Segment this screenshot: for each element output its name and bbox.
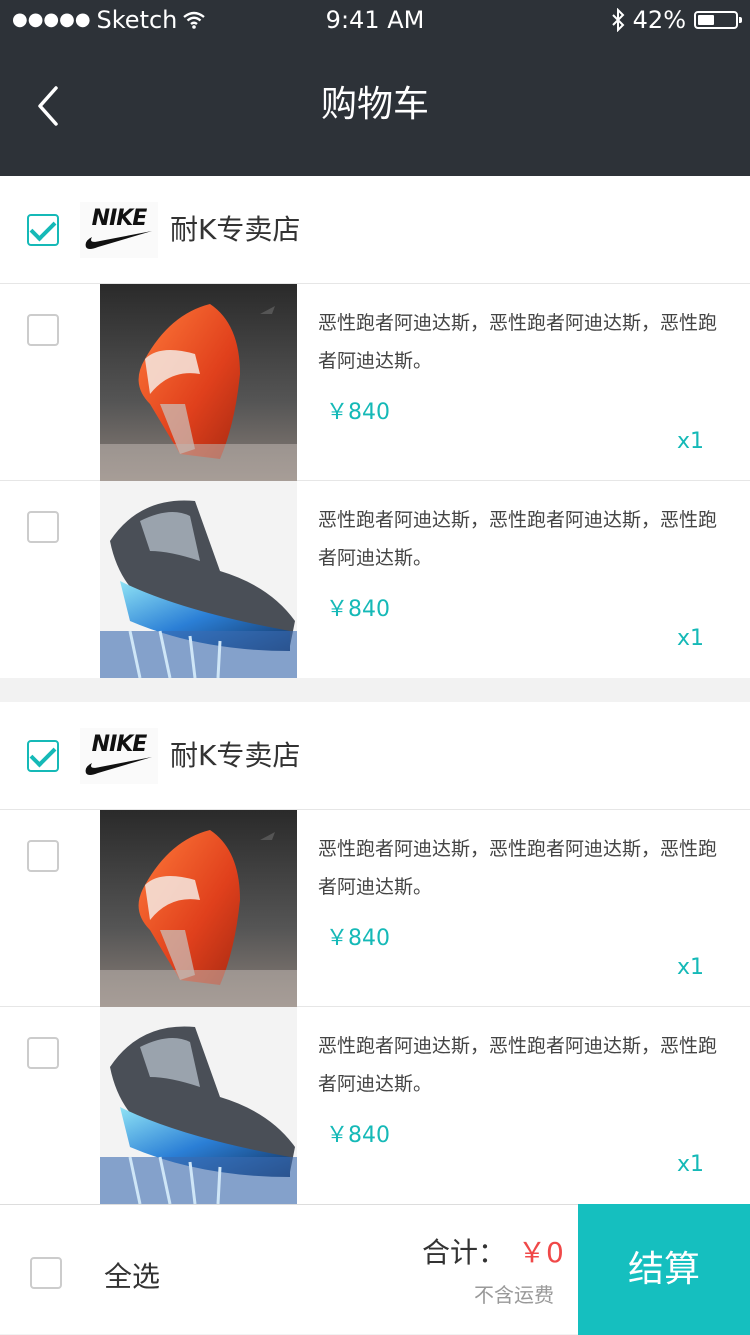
item-price: ￥840 [326, 1123, 390, 1148]
shop-group: NIKE 耐K专卖店 恶性跑者阿迪达斯，恶性跑者阿迪达斯，恶性跑者阿迪达斯。 ￥… [0, 176, 750, 678]
shop-checkbox[interactable] [27, 740, 59, 772]
page-title: 购物车 [320, 84, 429, 125]
shop-header: NIKE 耐K专卖店 [0, 176, 750, 284]
swoosh-icon [85, 231, 152, 249]
item-checkbox[interactable] [27, 1037, 59, 1069]
total-label: 合计： [422, 1236, 507, 1269]
shop-name: 耐K专卖店 [170, 213, 301, 246]
cart-item: 恶性跑者阿迪达斯，恶性跑者阿迪达斯，恶性跑者阿迪达斯。 ￥840 x1 [0, 481, 750, 678]
swoosh-icon [85, 757, 152, 775]
shop-header: NIKE 耐K专卖店 [0, 702, 750, 810]
item-quantity: x1 [676, 955, 704, 980]
select-all-checkbox[interactable] [30, 1257, 62, 1289]
shop-logo: NIKE [80, 728, 158, 784]
shop-name: 耐K专卖店 [170, 739, 301, 772]
item-description: 恶性跑者阿迪达斯，恶性跑者阿迪达斯，恶性跑者阿迪达斯。 [318, 312, 718, 372]
item-quantity: x1 [676, 429, 704, 454]
item-price: ￥840 [326, 926, 390, 951]
checkout-bar: 全选 合计： ￥0 不含运费 结算 [0, 1204, 750, 1335]
status-right: 42% [611, 0, 742, 40]
shop-checkbox[interactable] [27, 214, 59, 246]
shipping-note: 不含运费 [474, 1283, 554, 1307]
battery-icon [694, 11, 742, 29]
item-description: 恶性跑者阿迪达斯，恶性跑者阿迪达斯，恶性跑者阿迪达斯。 [318, 509, 718, 569]
bluetooth-icon [611, 8, 625, 32]
item-price: ￥840 [326, 597, 390, 622]
item-price: ￥840 [326, 400, 390, 425]
battery-percent: 42% [632, 6, 686, 34]
item-quantity: x1 [676, 626, 704, 651]
product-image-orange-sneaker[interactable] [100, 284, 297, 481]
item-checkbox[interactable] [27, 840, 59, 872]
product-image-blue-sneaker[interactable] [100, 1007, 297, 1204]
product-image-blue-sneaker[interactable] [100, 481, 297, 678]
checkout-button[interactable]: 结算 [578, 1204, 750, 1335]
nav-bar: 购物车 [0, 40, 750, 176]
product-image-orange-sneaker[interactable] [100, 810, 297, 1007]
status-bar: ●●●●● Sketch 9:41 AM 42% [0, 0, 750, 40]
item-description: 恶性跑者阿迪达斯，恶性跑者阿迪达斯，恶性跑者阿迪达斯。 [318, 1035, 718, 1095]
item-checkbox[interactable] [27, 511, 59, 543]
cart-item: 恶性跑者阿迪达斯，恶性跑者阿迪达斯，恶性跑者阿迪达斯。 ￥840 x1 [0, 810, 750, 1007]
select-all-label[interactable]: 全选 [104, 1255, 160, 1295]
item-description: 恶性跑者阿迪达斯，恶性跑者阿迪达斯，恶性跑者阿迪达斯。 [318, 838, 718, 898]
total-amount: ￥0 [518, 1236, 564, 1269]
item-quantity: x1 [676, 1152, 704, 1177]
cart-item: 恶性跑者阿迪达斯，恶性跑者阿迪达斯，恶性跑者阿迪达斯。 ￥840 x1 [0, 284, 750, 481]
shop-group: NIKE 耐K专卖店 恶性跑者阿迪达斯，恶性跑者阿迪达斯，恶性跑者阿迪达斯。 ￥… [0, 702, 750, 1204]
item-checkbox[interactable] [27, 314, 59, 346]
shop-logo: NIKE [80, 202, 158, 258]
cart-item: 恶性跑者阿迪达斯，恶性跑者阿迪达斯，恶性跑者阿迪达斯。 ￥840 x1 [0, 1007, 750, 1204]
top-bar: ●●●●● Sketch 9:41 AM 42% 购物车 [0, 0, 750, 176]
